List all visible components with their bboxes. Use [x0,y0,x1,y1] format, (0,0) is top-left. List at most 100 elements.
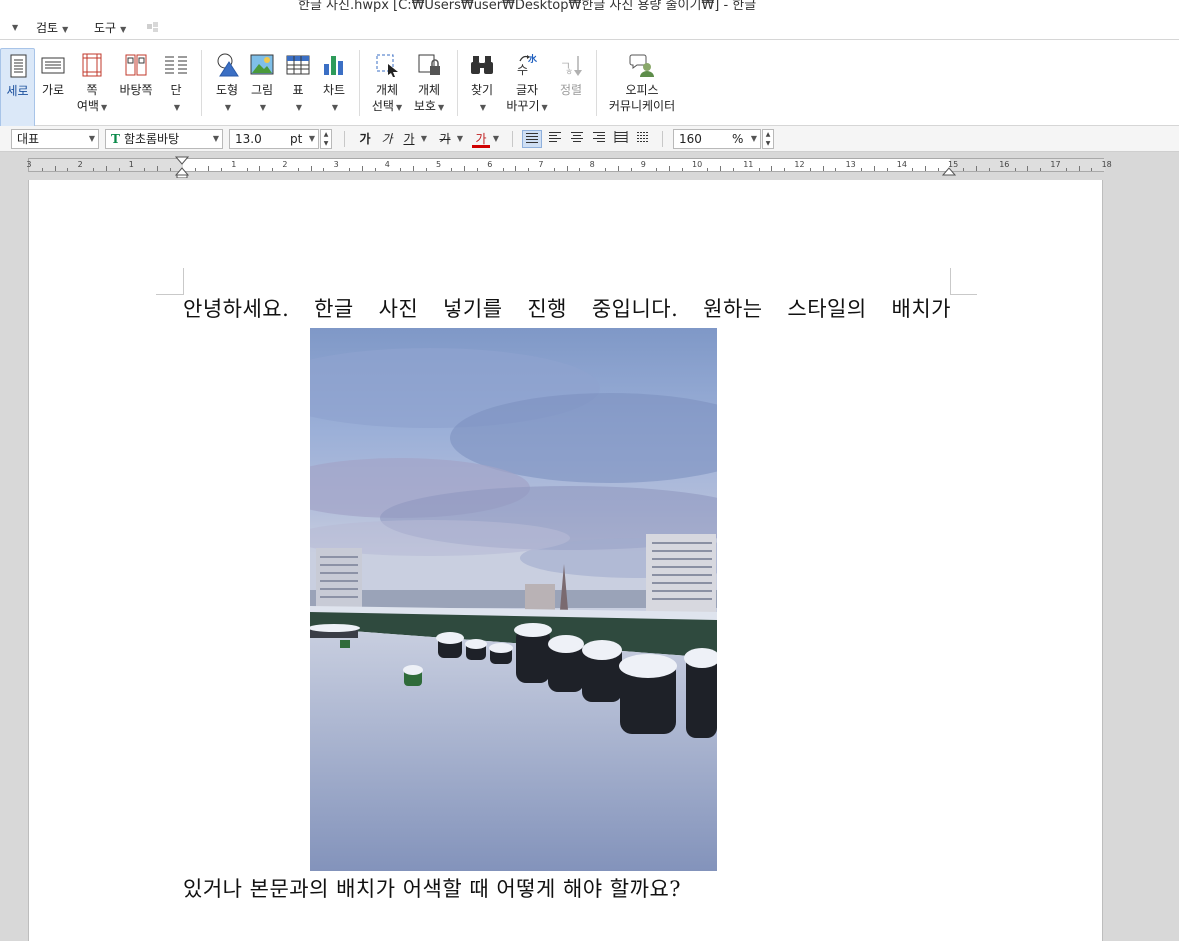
ruler-tick [67,168,69,171]
ruler-tick [118,168,120,171]
ruler-number: 1 [231,160,237,169]
office-communicator-button[interactable]: 오피스 커뮤니케이터 [606,48,678,114]
paragraph-line-2[interactable]: 있거나 본문과의 배치가 어색할 때 어떻게 해야 할까요? [183,873,681,903]
ruler-tick [605,168,606,171]
ruler-tick [105,166,107,171]
format-toolbar: 대표 ▼ T 함초롬바탕 ▼ 13.0 pt ▼ ▲ ▼ 가 가 가 ▼ 가 ▼ 가… [0,126,1179,152]
line-spacing-unit: % [732,132,744,146]
page-margin-button[interactable]: 쪽 여백 ▼ [76,48,108,116]
ruler-number: 14 [896,160,907,169]
master-page-icon [125,54,147,76]
menu-review[interactable]: 검토 ▼ [36,19,68,36]
shape-button[interactable]: 도형 ▼ [212,48,242,116]
line-spacing-combo[interactable]: 160 % ▼ [673,129,761,149]
object-protect-button[interactable]: 개체 보호 ▼ [412,48,446,116]
chevron-down-icon[interactable]: ▼ [419,130,429,148]
char-convert-label2: 바꾸기 [506,99,540,113]
ruler-tick [912,168,914,171]
ruler-tick [477,168,478,171]
paragraph-line-1[interactable]: 안녕하세요. 한글 사진 넣기를 진행 중입니다. 원하는 스타일의 배치가 [183,293,951,323]
font-color-button[interactable]: 가 [472,130,490,148]
object-select-button[interactable]: 개체 선택 ▼ [370,48,404,116]
style-combo[interactable]: 대표 ▼ [11,129,99,149]
ruler-tick [425,168,427,171]
ribbon-separator [359,50,360,116]
ruler-tick [374,168,376,171]
ruler-tick [502,168,504,171]
font-size-spinner[interactable]: ▲ ▼ [320,129,332,149]
landscape-button[interactable]: 가로 [38,48,68,98]
inserted-photo[interactable] [310,328,717,871]
svg-text:ㅎ: ㅎ [565,68,573,78]
chevron-down-icon: ▼ [331,103,339,112]
chevron-down-icon: ▼ [541,103,548,112]
font-size-combo[interactable]: 13.0 pt ▼ [229,129,319,149]
ruler-tick [720,166,722,171]
strike-button[interactable]: 가 [436,130,454,148]
ruler-tick [528,168,530,171]
chart-label: 차트 [322,83,346,97]
align-center-button[interactable] [567,130,587,148]
page-margin-label: 쪽 [86,83,98,97]
char-convert-icon: 수 水 [517,53,538,77]
font-size-unit: pt [290,132,303,146]
char-convert-button[interactable]: 수 水 글자 바꾸기 ▼ [506,48,548,116]
align-split-button[interactable] [633,130,653,148]
ruler-tick [323,168,325,171]
align-left-button[interactable] [545,130,565,148]
font-value: 함초롬바탕 [123,132,180,146]
ruler-tick [758,168,760,171]
italic-button[interactable]: 가 [378,130,396,148]
chevron-down-icon: ▼ [173,103,181,112]
picture-label: 그림 [250,83,274,97]
columns-icon [165,56,187,74]
ruler-number: 17 [1050,160,1061,169]
ruler-tick [54,166,56,171]
chart-button[interactable]: 차트 ▼ [320,48,348,116]
puzzle-icon[interactable] [146,21,160,33]
chevron-down-icon[interactable]: ▼ [491,130,501,148]
ruler-number: 10 [692,160,703,169]
ruler-tick [144,168,146,171]
chevron-down-icon: ▼ [437,103,445,112]
ruler-tick [771,166,773,171]
horizontal-ruler[interactable]: 3 2 1 1 2 3 4 5 6 7 8 9 10 11 12 13 14 15 16 17 18 [0,152,1179,180]
ruler-tick [297,168,299,171]
office-communicator-icon [629,54,654,77]
menu-tools[interactable]: 도구 ▼ [94,19,126,36]
bold-button[interactable]: 가 [356,130,374,148]
align-distribute-icon [614,131,628,143]
indent-marker-icon[interactable] [175,156,189,178]
chevron-down-icon: ▼ [224,103,232,112]
ruler-number: 2 [77,160,83,169]
portrait-button[interactable]: 세로 [0,48,35,128]
menu-overflow-caret[interactable]: ▼ [8,19,18,33]
underline-button[interactable]: 가 [400,130,418,148]
columns-button[interactable]: 단 ▼ [162,48,190,116]
ruler-tick [976,166,978,171]
document-page[interactable]: 안녕하세요. 한글 사진 넣기를 진행 중입니다. 원하는 스타일의 배치가 있… [28,180,1103,941]
table-button[interactable]: 표 ▼ [284,48,312,116]
line-spacing-spinner[interactable]: ▲ ▼ [762,129,774,149]
align-justify-button[interactable] [522,130,542,148]
ruler-tick [272,168,274,171]
chevron-down-icon: ▼ [295,103,303,112]
ruler-tick [669,166,670,171]
ruler-tick [157,166,158,171]
master-page-button[interactable]: 바탕쪽 [118,48,154,98]
right-indent-marker-icon[interactable] [942,166,956,178]
ruler-tick [681,168,683,171]
chevron-down-icon[interactable]: ▼ [455,130,465,148]
picture-button[interactable]: 그림 ▼ [248,48,276,116]
ruler-tick [246,168,248,171]
ruler-number: 6 [487,160,493,169]
ruler-number: 3 [26,160,32,169]
chevron-down-icon: ▼ [12,23,19,32]
align-right-button[interactable] [589,130,609,148]
font-combo[interactable]: T 함초롬바탕 ▼ [105,129,223,149]
find-button[interactable]: 찾기 ▼ [466,48,498,116]
window-title: 한글 사진.hwpx [C:₩Users₩user₩Desktop₩한글 사진 … [298,0,757,13]
sort-button[interactable]: ㄱ ㅎ 정렬 [556,48,586,98]
portrait-page-icon [10,54,26,78]
align-distribute-button[interactable] [611,130,631,148]
